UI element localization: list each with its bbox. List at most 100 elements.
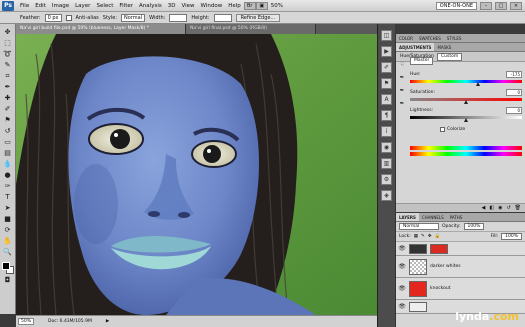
- clip-layer-icon[interactable]: ◧: [489, 205, 494, 211]
- info-panel-icon[interactable]: i: [381, 126, 392, 137]
- menu-edit[interactable]: Edit: [32, 3, 49, 9]
- eyedropper-icon[interactable]: ✒: [399, 74, 404, 81]
- minimize-button[interactable]: –: [480, 1, 492, 10]
- restore-button[interactable]: □: [495, 1, 507, 10]
- tab-swatches[interactable]: SWATCHES: [416, 34, 444, 42]
- zoom-level-display[interactable]: 50%: [268, 3, 286, 9]
- tab-color[interactable]: COLOR: [396, 34, 416, 42]
- eye-icon[interactable]: 👁: [398, 285, 406, 293]
- lightness-slider-thumb[interactable]: [464, 118, 468, 122]
- lock-pixels-icon[interactable]: ✎: [421, 234, 425, 239]
- color-swatches[interactable]: [1, 262, 14, 274]
- close-button[interactable]: ×: [510, 1, 522, 10]
- delete-adjustment-icon[interactable]: 🗑: [515, 205, 521, 211]
- menu-help[interactable]: Help: [225, 3, 244, 9]
- marquee-tool-icon[interactable]: ⬚: [2, 39, 13, 48]
- type-tool-icon[interactable]: T: [2, 193, 13, 202]
- quick-mask-icon[interactable]: ◘: [2, 276, 13, 285]
- move-tool-icon[interactable]: ✥: [2, 28, 13, 37]
- eraser-tool-icon[interactable]: ▭: [2, 138, 13, 147]
- history-brush-tool-icon[interactable]: ↺: [2, 127, 13, 136]
- lock-position-icon[interactable]: ✥: [428, 234, 432, 239]
- width-input[interactable]: [169, 13, 188, 22]
- bridge-button[interactable]: Br: [243, 1, 256, 10]
- tab-adjustments[interactable]: ADJUSTMENTS: [396, 43, 435, 51]
- tab-paths[interactable]: PATHS: [447, 213, 466, 221]
- eyedropper-tool-icon[interactable]: ✒: [2, 83, 13, 92]
- visibility-icon[interactable]: ◉: [498, 205, 502, 211]
- foreground-color-swatch[interactable]: [1, 262, 10, 270]
- brush-tool-icon[interactable]: ✐: [2, 105, 13, 114]
- blur-tool-icon[interactable]: 💧: [2, 160, 13, 169]
- hue-slider[interactable]: [410, 80, 522, 86]
- menu-image[interactable]: Image: [49, 3, 72, 9]
- lasso-tool-icon[interactable]: ➰: [2, 50, 13, 59]
- 3d-panel-icon[interactable]: ◈: [381, 190, 392, 201]
- lock-transparency-icon[interactable]: ▦: [414, 234, 418, 239]
- saturation-input[interactable]: 0: [506, 89, 522, 96]
- lightness-input[interactable]: 0: [506, 107, 522, 114]
- status-arrow-icon[interactable]: ▶: [106, 319, 109, 324]
- tab-channels[interactable]: CHANNELS: [419, 213, 447, 221]
- clone-source-panel-icon[interactable]: ⚑: [381, 78, 392, 89]
- navigator-panel-icon[interactable]: ◉: [381, 142, 392, 153]
- document-canvas[interactable]: [16, 34, 377, 315]
- tab-layers[interactable]: LAYERS: [396, 213, 419, 221]
- colorize-checkbox[interactable]: [440, 127, 445, 132]
- saturation-slider-thumb[interactable]: [464, 100, 468, 104]
- style-select[interactable]: Normal: [121, 13, 146, 22]
- path-select-tool-icon[interactable]: ➤: [2, 204, 13, 213]
- hue-slider-thumb[interactable]: [476, 82, 480, 86]
- refine-edge-button[interactable]: Refine Edge...: [235, 13, 281, 22]
- eyedropper-plus-icon[interactable]: ✒: [399, 87, 404, 94]
- menu-analysis[interactable]: Analysis: [136, 3, 165, 9]
- height-input[interactable]: [213, 13, 232, 22]
- opacity-input[interactable]: 100%: [463, 223, 485, 230]
- tab-build-file[interactable]: Na'vi girl build file.psd @ 50% (bluenes…: [16, 24, 186, 34]
- dodge-tool-icon[interactable]: ●: [2, 171, 13, 180]
- zoom-tool-icon[interactable]: 🔍: [2, 248, 13, 257]
- pen-tool-icon[interactable]: ✑: [2, 182, 13, 191]
- layer-row-darker-whites[interactable]: 👁 darker whites: [396, 256, 525, 278]
- quick-select-tool-icon[interactable]: ✎: [2, 61, 13, 70]
- hue-input[interactable]: -175: [506, 71, 522, 78]
- menu-filter[interactable]: Filter: [116, 3, 136, 9]
- tab-styles[interactable]: STYLES: [444, 34, 465, 42]
- menu-window[interactable]: Window: [198, 3, 226, 9]
- menu-3d[interactable]: 3D: [165, 3, 179, 9]
- actions-panel-icon[interactable]: ▶: [381, 46, 392, 57]
- brush-panel-icon[interactable]: ✐: [381, 62, 392, 73]
- back-arrow-icon[interactable]: ◀: [481, 205, 485, 211]
- tab-masks[interactable]: MASKS: [434, 43, 454, 51]
- blend-mode-select[interactable]: Normal: [399, 223, 439, 230]
- status-zoom-field[interactable]: 50%: [18, 318, 35, 325]
- histogram-panel-icon[interactable]: ▥: [381, 158, 392, 169]
- menu-file[interactable]: File: [17, 3, 32, 9]
- clone-stamp-tool-icon[interactable]: ⚑: [2, 116, 13, 125]
- paragraph-panel-icon[interactable]: ¶: [381, 110, 392, 121]
- channel-select[interactable]: Master: [410, 57, 434, 65]
- fill-input[interactable]: 100%: [501, 233, 522, 240]
- menu-layer[interactable]: Layer: [72, 3, 93, 9]
- workspace-switcher[interactable]: ONE-ON-ONE: [435, 1, 477, 10]
- lock-all-icon[interactable]: 🔒: [435, 234, 441, 239]
- gradient-tool-icon[interactable]: ▤: [2, 149, 13, 158]
- 3d-rotate-tool-icon[interactable]: ⟳: [2, 226, 13, 235]
- tab-final-file[interactable]: Na'vi girl final.psd @ 50% (RGB/8): [186, 24, 316, 34]
- reset-icon[interactable]: ↺: [506, 205, 510, 211]
- feather-input[interactable]: 0 px: [44, 13, 62, 22]
- layer-row-knockout[interactable]: 👁 knockout: [396, 278, 525, 300]
- crop-tool-icon[interactable]: ⌗: [2, 72, 13, 81]
- layer-name[interactable]: knockout: [430, 286, 451, 291]
- healing-brush-tool-icon[interactable]: ✚: [2, 94, 13, 103]
- tool-presets-panel-icon[interactable]: ⚙: [381, 174, 392, 185]
- eyedropper-minus-icon[interactable]: ✒: [399, 100, 404, 107]
- minibridge-button[interactable]: ▣: [255, 1, 268, 10]
- hand-tool-icon[interactable]: ✋: [2, 237, 13, 246]
- antialias-checkbox[interactable]: [65, 14, 72, 21]
- layer-mask-thumbnail[interactable]: [430, 243, 448, 254]
- layer-row-top[interactable]: 👁: [396, 242, 525, 256]
- character-panel-icon[interactable]: A: [381, 94, 392, 105]
- eye-icon[interactable]: 👁: [398, 303, 406, 311]
- saturation-slider[interactable]: [410, 98, 522, 104]
